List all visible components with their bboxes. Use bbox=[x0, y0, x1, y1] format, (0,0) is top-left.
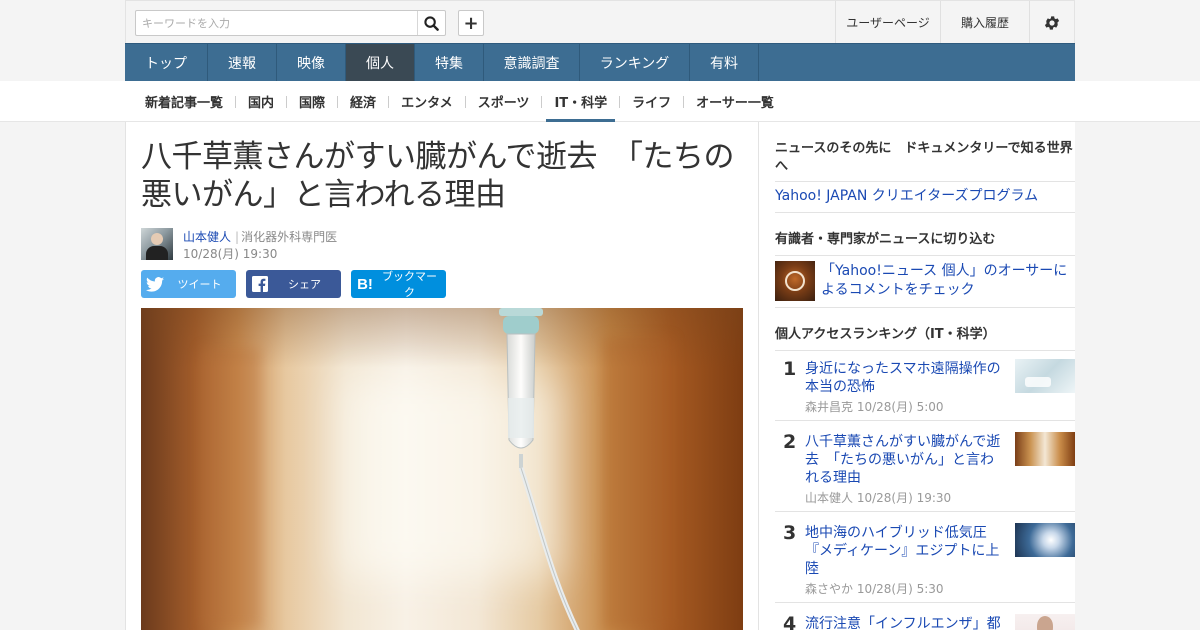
article-date: 10/28(月) 19:30 bbox=[183, 247, 278, 261]
facebook-share-button[interactable]: シェア bbox=[246, 270, 341, 298]
ranking-item[interactable]: 1 身近になったスマホ遠隔操作の本当の恐怖 森井昌克 10/28(月) 5:00 bbox=[775, 358, 1075, 418]
tweet-label: ツイート bbox=[177, 278, 222, 291]
ranking-item-date: 10/28(月) 5:00 bbox=[856, 400, 944, 414]
divider bbox=[775, 511, 1075, 512]
nav-top[interactable]: トップ bbox=[125, 44, 208, 81]
plus-icon: + bbox=[463, 12, 479, 34]
subnav-domestic[interactable]: 国内 bbox=[236, 81, 286, 122]
add-button[interactable]: + bbox=[458, 10, 484, 36]
global-nav: トップ 速報 映像 個人 特集 意識調査 ランキング 有料 bbox=[125, 43, 1075, 81]
divider bbox=[775, 420, 1075, 421]
search-box bbox=[135, 10, 446, 36]
ranking-item[interactable]: 4 流行注意「インフルエンザ」都 bbox=[775, 613, 1075, 630]
facebook-share-label: シェア bbox=[288, 278, 321, 291]
iv-drip-illustration bbox=[499, 308, 580, 630]
author-avatar[interactable] bbox=[141, 228, 173, 260]
divider bbox=[775, 212, 1075, 213]
author-name-link[interactable]: 山本健人 bbox=[183, 230, 231, 244]
feather-icon[interactable] bbox=[775, 261, 815, 301]
subnav-entertainment[interactable]: エンタメ bbox=[389, 81, 465, 122]
ranking-item-title[interactable]: 身近になったスマホ遠隔操作の本当の恐怖 bbox=[805, 360, 1005, 396]
nav-breaking[interactable]: 速報 bbox=[208, 44, 277, 81]
hatena-bookmark-button[interactable]: B! ブックマーク bbox=[351, 270, 446, 299]
rank-number: 3 bbox=[783, 522, 797, 544]
hatena-bookmark-label: ブックマーク bbox=[382, 270, 437, 299]
ranking-heading: 個人アクセスランキング（IT・科学） bbox=[775, 327, 996, 342]
article-title: 八千草薫さんがすい臓がんで逝去 「たちの悪いがん」と言われる理由 bbox=[141, 139, 734, 213]
divider bbox=[775, 255, 1075, 256]
rank-number: 2 bbox=[783, 431, 797, 453]
author-title: 消化器外科専門医 bbox=[241, 230, 338, 244]
ranking-item-date: 10/28(月) 5:30 bbox=[856, 582, 944, 596]
creators-program-link[interactable]: Yahoo! JAPAN クリエイターズプログラム bbox=[775, 187, 1038, 206]
ranking-item-author: 森さやか bbox=[805, 582, 854, 596]
rank-number: 1 bbox=[783, 358, 797, 380]
nav-video[interactable]: 映像 bbox=[277, 44, 346, 81]
rank-number: 4 bbox=[783, 613, 797, 630]
ranking-item[interactable]: 2 八千草薫さんがすい臓がんで逝去 「たちの悪いがん」と言われる理由 山本健人 … bbox=[775, 431, 1075, 511]
divider bbox=[775, 602, 1075, 603]
top-bar: + ユーザーページ 購入履歴 bbox=[125, 0, 1075, 44]
author-separator: | bbox=[235, 230, 240, 244]
nav-survey[interactable]: 意識調査 bbox=[484, 44, 580, 81]
sidebar: ニュースのその先に ドキュメンタリーで知る世界へ Yahoo! JAPAN クリ… bbox=[759, 122, 1075, 630]
subnav-life[interactable]: ライフ bbox=[620, 81, 683, 122]
divider bbox=[775, 307, 1075, 308]
search-button[interactable] bbox=[417, 11, 445, 35]
ranking-item-author: 山本健人 bbox=[805, 491, 854, 505]
search-input[interactable] bbox=[136, 11, 418, 35]
facebook-icon bbox=[246, 270, 274, 298]
divider bbox=[775, 181, 1075, 182]
tweet-button[interactable]: ツイート bbox=[141, 270, 236, 298]
ranking-item-meta: 森さやか 10/28(月) 5:30 bbox=[805, 580, 944, 597]
subnav-sports[interactable]: スポーツ bbox=[466, 81, 542, 122]
nav-feature[interactable]: 特集 bbox=[415, 44, 484, 81]
ranking-item-title[interactable]: 八千草薫さんがすい臓がんで逝去 「たちの悪いがん」と言われる理由 bbox=[805, 433, 1005, 487]
ranking-item-title[interactable]: 流行注意「インフルエンザ」都 bbox=[805, 615, 1005, 630]
user-page-link[interactable]: ユーザーページ bbox=[835, 1, 940, 44]
gear-icon bbox=[1044, 15, 1060, 30]
documentary-heading: ニュースのその先に ドキュメンタリーで知る世界へ bbox=[775, 141, 1073, 174]
expert-heading: 有識者・専門家がニュースに切り込む bbox=[775, 232, 996, 247]
nav-ranking[interactable]: ランキング bbox=[580, 44, 690, 81]
subnav-it-science[interactable]: IT・科学 bbox=[542, 81, 619, 122]
nav-personal[interactable]: 個人 bbox=[346, 44, 415, 81]
sub-nav: 新着記事一覧 国内 国際 経済 エンタメ スポーツ IT・科学 ライフ オーサー… bbox=[0, 81, 1200, 122]
twitter-icon bbox=[141, 270, 169, 298]
subnav-international[interactable]: 国際 bbox=[287, 81, 337, 122]
ranking-item-date: 10/28(月) 19:30 bbox=[856, 491, 952, 505]
author-line: 山本健人 | 消化器外科専門医 bbox=[183, 228, 337, 245]
subnav-new-articles[interactable]: 新着記事一覧 bbox=[125, 81, 235, 122]
ranking-item-thumbnail[interactable] bbox=[1015, 614, 1075, 630]
ranking-item-thumbnail[interactable] bbox=[1015, 432, 1075, 466]
ranking-item-author: 森井昌克 bbox=[805, 400, 854, 414]
hatena-icon: B! bbox=[357, 275, 373, 293]
yahoo-news-personal-link[interactable]: 「Yahoo!ニュース 個人」のオーサーによるコメントをチェック bbox=[821, 262, 1073, 300]
search-icon bbox=[424, 15, 439, 31]
ranking-item-title[interactable]: 地中海のハイブリッド低気圧『メディケーン』エジプトに上陸 bbox=[805, 524, 1005, 578]
divider bbox=[775, 350, 1075, 351]
top-links: ユーザーページ 購入履歴 bbox=[835, 1, 1074, 44]
settings-button[interactable] bbox=[1029, 1, 1074, 44]
ranking-item[interactable]: 3 地中海のハイブリッド低気圧『メディケーン』エジプトに上陸 森さやか 10/2… bbox=[775, 522, 1075, 602]
article-hero-image bbox=[141, 308, 743, 630]
purchase-history-link[interactable]: 購入履歴 bbox=[940, 1, 1029, 44]
ranking-item-meta: 山本健人 10/28(月) 19:30 bbox=[805, 489, 951, 506]
ranking-item-thumbnail[interactable] bbox=[1015, 523, 1075, 557]
ranking-item-thumbnail[interactable] bbox=[1015, 359, 1075, 393]
ranking-item-meta: 森井昌克 10/28(月) 5:00 bbox=[805, 398, 944, 415]
article-main: 八千草薫さんがすい臓がんで逝去 「たちの悪いがん」と言われる理由 山本健人 | 消化… bbox=[125, 122, 759, 630]
subnav-authors[interactable]: オーサー一覧 bbox=[684, 81, 786, 122]
nav-paid[interactable]: 有料 bbox=[690, 44, 759, 81]
subnav-economy[interactable]: 経済 bbox=[338, 81, 388, 122]
